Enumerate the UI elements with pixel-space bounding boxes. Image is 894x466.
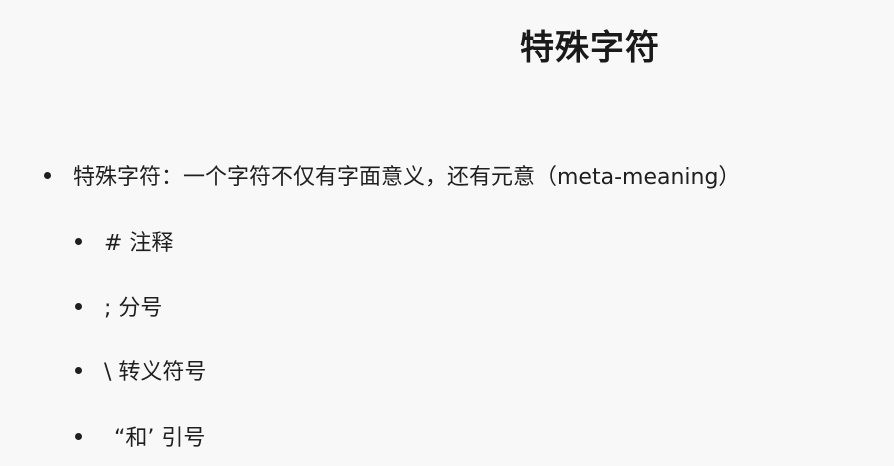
sub-bullet-text: “和’ 引号 — [114, 426, 206, 451]
sub-bullet-semicolon: ; 分号 — [75, 290, 162, 322]
sub-bullet-text: \ 转义符号 — [104, 360, 207, 385]
bullet-dot — [44, 171, 51, 179]
sub-bullet-text: # 注释 — [104, 231, 174, 256]
main-bullet: 特殊字符：一个字符不仅有字面意义，还有元意（meta-meaning） — [44, 159, 740, 191]
slide: 特殊字符 特殊字符：一个字符不仅有字面意义，还有元意（meta-meaning）… — [0, 0, 894, 466]
sub-bullet-escape: \ 转义符号 — [75, 354, 206, 386]
bullet-dot — [75, 366, 82, 374]
bullet-dot — [75, 302, 82, 310]
sub-bullet-text: ; 分号 — [104, 296, 163, 321]
bullet-dot — [75, 432, 82, 440]
slide-title: 特殊字符 — [520, 28, 660, 68]
sub-bullet-quotes: “和’ 引号 — [75, 420, 205, 452]
main-bullet-text: 特殊字符：一个字符不仅有字面意义，还有元意（meta-meaning） — [73, 165, 741, 190]
sub-bullet-comment: # 注释 — [75, 225, 173, 257]
bullet-dot — [75, 237, 82, 245]
